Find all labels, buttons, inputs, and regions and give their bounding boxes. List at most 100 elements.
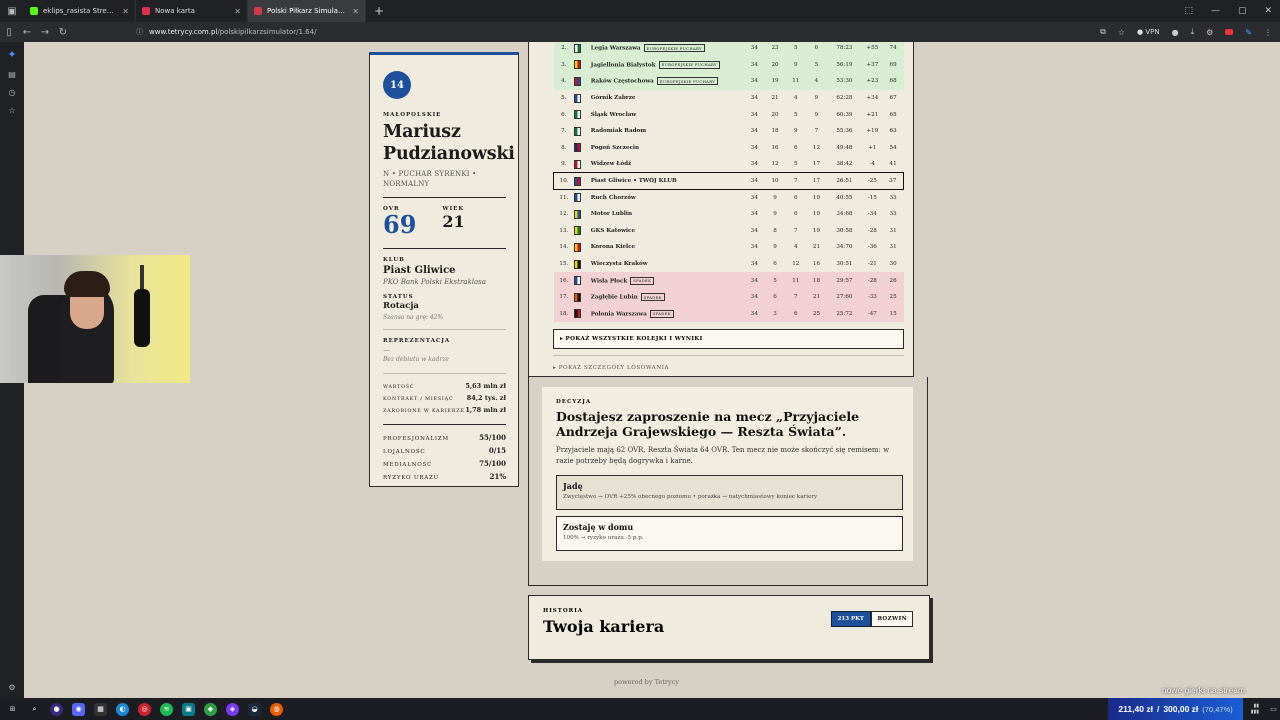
system-clock[interactable]: ▮▮ ▮▮▮ bbox=[1243, 703, 1267, 715]
table-position: 9. bbox=[561, 161, 567, 168]
draws: 6 bbox=[793, 144, 798, 151]
add-panel-icon[interactable]: ✦ bbox=[7, 48, 16, 61]
history-icon[interactable]: ◷ bbox=[9, 88, 16, 97]
decision-description: Przyjaciele mają 62 OVR, Reszta Świata 6… bbox=[556, 446, 890, 465]
forward-arrow-icon[interactable]: → bbox=[36, 27, 54, 38]
tab-kick[interactable]: eklips_rasista Stream - Kick Das ✕ bbox=[24, 0, 136, 22]
close-icon[interactable]: ✕ bbox=[234, 7, 241, 16]
points: 31 bbox=[889, 244, 897, 251]
wins: 18 bbox=[771, 128, 779, 135]
browser-menu-icon[interactable]: ▣ bbox=[0, 0, 24, 22]
draws: 6 bbox=[793, 194, 798, 201]
extension-puzzle-icon[interactable]: ⚙ bbox=[1206, 28, 1213, 37]
goals: 49:48 bbox=[836, 144, 853, 151]
team-name: Ruch Chorzów bbox=[590, 194, 636, 201]
favorites-icon[interactable]: ☆ bbox=[8, 106, 15, 115]
finance-value: 1,78 mln zł bbox=[465, 406, 506, 414]
minimize-icon[interactable]: — bbox=[1211, 6, 1220, 16]
option-go-button[interactable]: Jadę Zwycięstwo → OVR +25% obecnego pozi… bbox=[556, 475, 903, 510]
matches-played: 34 bbox=[744, 305, 765, 323]
goal-difference: +21 bbox=[866, 111, 879, 118]
browser-icon[interactable]: ◎ bbox=[138, 702, 151, 716]
obs-icon[interactable]: ● bbox=[50, 702, 63, 716]
wins: 9 bbox=[773, 244, 777, 251]
team-crest-icon bbox=[574, 292, 582, 302]
close-icon[interactable]: ✕ bbox=[352, 7, 359, 16]
draws: 5 bbox=[793, 161, 798, 168]
reload-icon[interactable]: ↻ bbox=[54, 27, 72, 38]
attribute-row: RYZYKO URAZU 21% bbox=[383, 472, 506, 481]
losses: 5 bbox=[806, 56, 827, 74]
teams-icon[interactable]: ▣ bbox=[182, 702, 195, 716]
discord-icon[interactable]: ◉ bbox=[72, 702, 85, 716]
show-draw-details-link[interactable]: ▸ POKAŻ SZCZEGÓŁY LOSOWANIA bbox=[553, 365, 903, 371]
back-arrow-icon[interactable]: ← bbox=[18, 27, 36, 38]
matches-played: 34 bbox=[744, 272, 765, 289]
url-field[interactable]: ⓘ www.tetrycy.com.pl/polskipilkarzsimula… bbox=[136, 25, 1056, 39]
tab-new[interactable]: Nowa karta ✕ bbox=[136, 0, 248, 22]
wallet-icon[interactable]: ▤ bbox=[8, 70, 16, 79]
team-crest-cell bbox=[574, 90, 588, 107]
team-crest-cell bbox=[574, 156, 588, 173]
attribute-value: 75/100 bbox=[479, 459, 506, 468]
losses: 17 bbox=[806, 172, 827, 190]
sidebar-toggle-icon[interactable]: ▯ bbox=[0, 27, 18, 38]
tab-simulator[interactable]: Polski Piłkarz Simulator — 1.64 ✕ bbox=[248, 0, 366, 22]
vpn-label: VPN bbox=[1145, 28, 1160, 36]
translate-icon[interactable]: ✎ bbox=[1245, 28, 1252, 37]
maximize-icon[interactable]: ▢ bbox=[1238, 6, 1247, 16]
matches-played: 34 bbox=[750, 144, 758, 151]
download-icon[interactable]: ⤓ bbox=[1191, 27, 1195, 37]
wins: 20 bbox=[764, 56, 786, 74]
close-icon[interactable]: ✕ bbox=[122, 7, 129, 16]
close-window-icon[interactable]: ✕ bbox=[1264, 6, 1272, 16]
menu-dots-icon[interactable]: ⋮ bbox=[1264, 28, 1272, 37]
goal-difference: +1 bbox=[868, 144, 877, 151]
option-stay-home-button[interactable]: Zostaję w domu 100% → ryzyko urazu -5 p.… bbox=[556, 516, 903, 551]
address-bar-actions: ⧉ ☆ ● VPN ● ⤓ ⚙ ✎ ⋮ bbox=[1100, 22, 1272, 42]
screenshot-icon[interactable]: ⧉ bbox=[1100, 27, 1106, 37]
goal-difference: -36 bbox=[867, 244, 877, 251]
new-tab-plus-icon[interactable]: + bbox=[374, 4, 384, 18]
team-name: Śląsk Wrocław bbox=[590, 111, 637, 118]
matches-played: 34 bbox=[744, 42, 765, 57]
search-icon[interactable]: ⌕ bbox=[28, 703, 41, 716]
team-name-cell: Motor Lublin bbox=[589, 206, 744, 223]
taskbar-tray: 211,40 zł / 300,00 zł (70,47%) ▮▮ ▮▮▮ ▭ bbox=[1108, 698, 1280, 720]
gear-icon[interactable]: ⚙ bbox=[8, 683, 15, 692]
expand-career-button[interactable]: ROZWIŃ bbox=[871, 611, 913, 627]
show-all-rounds-button[interactable]: ▸ POKAŻ WSZYSTKIE KOLEJKI I WYNIKI bbox=[553, 329, 904, 350]
bookmark-star-icon[interactable]: ☆ bbox=[1118, 28, 1125, 37]
team-name-cell: Raków Częstochowa EUROPEJSKIE PUCHARY bbox=[588, 73, 744, 90]
spotify-icon[interactable]: ≋ bbox=[160, 702, 173, 716]
vpn-button[interactable]: ● VPN bbox=[1137, 28, 1160, 36]
losses: 7 bbox=[814, 128, 819, 135]
messenger-icon[interactable]: ◈ bbox=[226, 702, 239, 716]
league-name: PKO Bank Polski Ekstraklasa bbox=[383, 278, 486, 286]
firefox-icon[interactable]: ◍ bbox=[270, 702, 283, 716]
career-points-badge[interactable]: 213 PKT bbox=[830, 611, 871, 627]
team-crest-cell bbox=[574, 206, 588, 223]
record-icon[interactable] bbox=[1225, 29, 1234, 35]
option-title: Zostaję w domu bbox=[563, 522, 634, 532]
greenapp-icon[interactable]: ◆ bbox=[204, 702, 217, 716]
edge-icon[interactable]: ◐ bbox=[116, 702, 129, 716]
points: 54 bbox=[889, 144, 897, 151]
right-scroll-area bbox=[1270, 42, 1280, 698]
account-icon[interactable]: ● bbox=[1172, 28, 1179, 37]
table-position: 15. bbox=[559, 261, 569, 268]
table-position: 17. bbox=[553, 288, 575, 306]
app-icon[interactable]: ▦ bbox=[94, 702, 107, 716]
team-name-cell: Wisła Płock SPADEK bbox=[588, 272, 744, 289]
windows-start-icon[interactable]: ⊞ bbox=[6, 703, 19, 716]
losses: 17 bbox=[812, 161, 821, 168]
draws: 4 bbox=[793, 95, 798, 102]
extensions-icon[interactable]: ⬚ bbox=[1184, 6, 1193, 16]
steam-icon[interactable]: ◒ bbox=[248, 702, 261, 716]
site-info-icon[interactable]: ⓘ bbox=[136, 27, 143, 37]
status-label: STATUS bbox=[383, 294, 414, 300]
losses: 19 bbox=[812, 211, 821, 218]
table-row: 13. GKS Katowice 34 8 7 19 30:58 -28 31 bbox=[554, 223, 904, 240]
show-desktop-icon[interactable]: ▭ bbox=[1267, 703, 1280, 716]
team-name: Górnik Zabrze bbox=[590, 95, 636, 102]
